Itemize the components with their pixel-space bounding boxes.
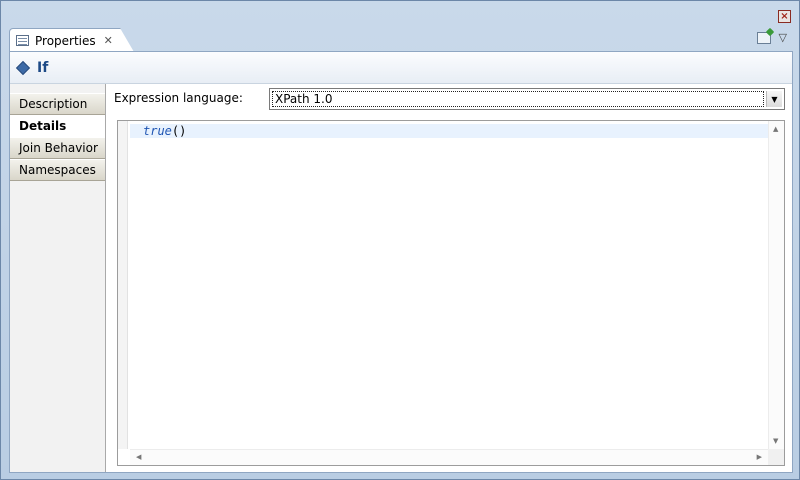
sidebar-item-join-behavior[interactable]: Join Behavior (10, 137, 105, 159)
sidebar-item-namespaces[interactable]: Namespaces (10, 159, 105, 181)
expression-language-select[interactable]: XPath 1.0 ▼ (269, 88, 785, 110)
current-line-highlight (130, 124, 768, 138)
code-area[interactable]: true() (130, 121, 768, 449)
scroll-up-icon[interactable]: ▲ (773, 125, 778, 133)
page-title: If (37, 59, 49, 76)
scroll-down-icon[interactable]: ▼ (773, 437, 778, 445)
view-menu-icon[interactable]: ▽ (779, 31, 787, 44)
expression-editor[interactable]: true() ▲ ▼ ◀ ▶ (117, 120, 785, 466)
properties-tab-label: Properties (35, 33, 96, 48)
sidebar-item-details[interactable]: Details (10, 115, 105, 137)
code-line: true() (143, 124, 186, 138)
scroll-right-icon[interactable]: ▶ (757, 453, 762, 461)
properties-table-icon (16, 35, 29, 46)
window-close-button[interactable]: × (778, 10, 791, 23)
code-keyword: true (143, 124, 172, 138)
pin-view-icon[interactable] (756, 31, 771, 44)
properties-window: × Properties ✕ ▽ If Description Details … (0, 0, 800, 480)
sidebar-item-description[interactable]: Description (10, 93, 105, 115)
properties-tab[interactable]: Properties ✕ (9, 28, 134, 52)
code-parens: () (171, 124, 187, 138)
properties-header: If (10, 52, 792, 84)
view-tab-bar: Properties ✕ ▽ (9, 28, 793, 52)
details-section: Expression language: XPath 1.0 ▼ true() … (106, 84, 792, 472)
expression-language-value: XPath 1.0 (272, 91, 764, 107)
if-activity-icon (15, 60, 31, 75)
view-toolbar: ▽ (756, 31, 787, 44)
expression-language-label: Expression language: (114, 91, 243, 105)
vertical-scrollbar[interactable]: ▲ ▼ (768, 121, 784, 449)
chevron-down-icon[interactable]: ▼ (766, 91, 782, 107)
scrollbar-corner (768, 449, 784, 465)
horizontal-scrollbar[interactable]: ◀ ▶ (130, 449, 768, 465)
properties-panel: If Description Details Join Behavior Nam… (9, 51, 793, 473)
editor-ruler (118, 121, 128, 449)
tab-close-icon[interactable]: ✕ (104, 35, 113, 46)
scroll-left-icon[interactable]: ◀ (136, 453, 141, 461)
properties-sidebar: Description Details Join Behavior Namesp… (10, 84, 106, 472)
